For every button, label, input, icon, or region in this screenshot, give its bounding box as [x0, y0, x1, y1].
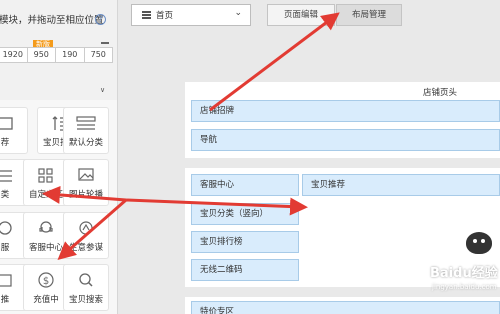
width-option[interactable]: 1920 — [0, 48, 28, 62]
width-option[interactable]: 750 — [85, 48, 113, 62]
module-item-category-block[interactable]: 宝贝分类（竖向） — [191, 203, 299, 225]
module-label: 生意参谋 — [68, 243, 103, 253]
module-item-recommend-block[interactable]: 宝贝推荐 — [302, 174, 500, 196]
business-advisor-icon — [79, 221, 93, 235]
collapse-icon[interactable]: ∨ — [100, 86, 105, 94]
module-default-category[interactable]: 默认分类 — [63, 107, 109, 154]
module-panel: 模块，并拖动至相应位置 ? 新版 1920 950 190 750 ∨ 荐 宝贝… — [0, 0, 118, 314]
image-carousel-icon — [78, 168, 94, 181]
module-navigation[interactable]: 导航 — [191, 129, 500, 151]
module-business-advisor[interactable]: 生意参谋 — [63, 212, 109, 259]
tab-page-edit[interactable]: 页面编辑 — [267, 4, 335, 26]
header-section-title: 店铺页头 — [423, 88, 458, 98]
minus-icon[interactable] — [101, 42, 109, 44]
module-image-carousel[interactable]: 图片轮播 — [63, 159, 109, 206]
tab-layout-management[interactable]: 布局管理 — [336, 4, 402, 26]
page-select-value: 首页 — [156, 11, 174, 21]
module-shop-sign[interactable]: 店铺招牌 — [191, 100, 500, 122]
module-label: 图片轮播 — [68, 190, 103, 200]
module-wireless-qr-block[interactable]: 无线二维码 — [191, 259, 299, 281]
baidu-bear-logo — [466, 232, 492, 254]
custom-area-icon — [38, 168, 53, 183]
watermark-subtext: jingyan.baidu.com — [432, 283, 497, 291]
module-label: 宝贝搜索 — [68, 295, 103, 305]
promo-icon — [0, 274, 12, 287]
chevron-down-icon: ⌄ — [234, 8, 242, 18]
module-recommend[interactable]: 荐 — [0, 107, 28, 154]
dollar-icon: $ — [38, 272, 54, 288]
category-icon — [0, 170, 12, 182]
module-panel-header: 模块，并拖动至相应位置 ? 新版 1920 950 190 750 ∨ — [0, 0, 117, 100]
drag-hint: 模块，并拖动至相应位置 — [0, 15, 104, 26]
svg-text:$: $ — [43, 276, 49, 287]
watermark-text: Baidu经验 — [430, 266, 498, 281]
help-icon[interactable]: ? — [95, 14, 106, 25]
customer-service-icon — [39, 221, 53, 233]
module-label: 默认分类 — [68, 138, 103, 148]
width-option[interactable]: 950 — [28, 48, 56, 62]
module-item-ranking-block[interactable]: 宝贝排行榜 — [191, 231, 299, 253]
thumb-icon — [0, 117, 13, 130]
module-customer-service-block[interactable]: 客服中心 — [191, 174, 299, 196]
width-selector: 1920 950 190 750 — [0, 47, 113, 63]
page-select-dropdown[interactable]: 首页 ⌄ — [131, 4, 251, 26]
module-special-zone[interactable]: 特价专区 — [191, 301, 500, 314]
module-item-search[interactable]: 宝贝搜索 — [63, 264, 109, 311]
category-icon — [76, 116, 96, 130]
section-divider — [185, 158, 500, 168]
width-option[interactable]: 190 — [56, 48, 85, 62]
service-icon — [0, 221, 12, 235]
menu-icon — [142, 11, 151, 19]
search-icon — [79, 273, 93, 287]
